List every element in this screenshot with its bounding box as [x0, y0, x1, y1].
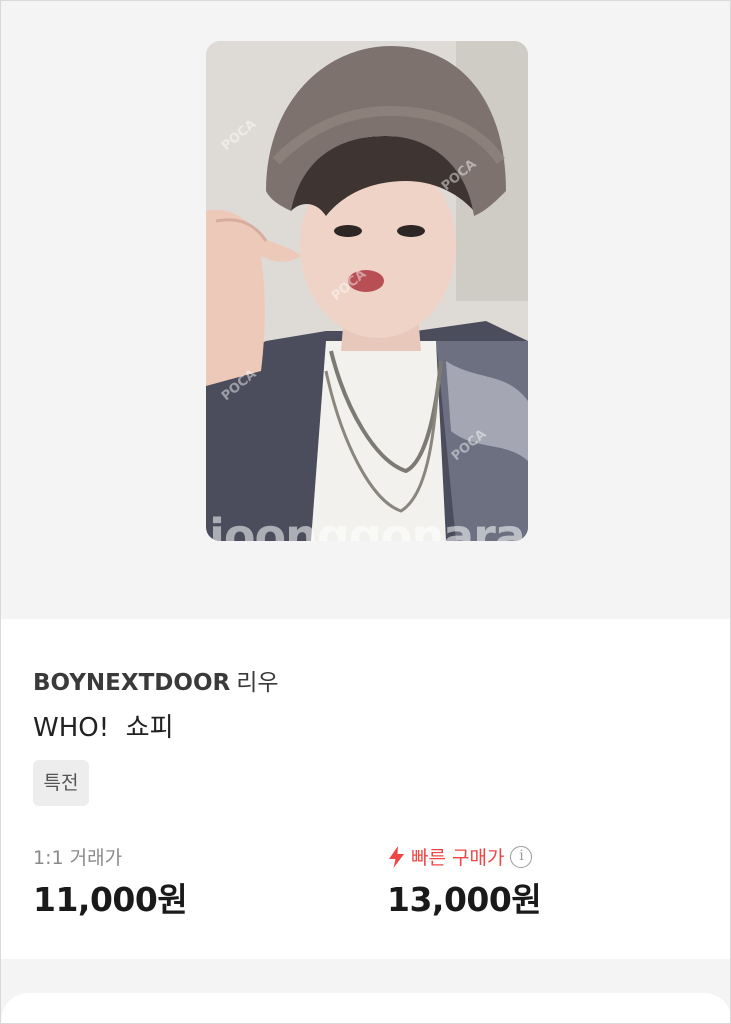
lightning-bolt-icon — [388, 845, 405, 868]
direct-trade-price-label: 1:1 거래가 — [33, 843, 122, 870]
product-detail-screen: POCA POCA POCA POCA POCA joonggonara BOY… — [0, 0, 731, 1024]
artist-name[interactable]: BOYNEXTDOOR — [33, 670, 230, 696]
info-icon[interactable]: i — [510, 845, 533, 868]
product-title: WHO! 쇼피 — [33, 713, 174, 743]
member-name: 리우 — [236, 670, 279, 696]
direct-trade-price-value: 11,000원 — [33, 880, 188, 919]
product-image-area: POCA POCA POCA POCA POCA joonggonara — [1, 1, 730, 619]
photocard-illustration: POCA POCA POCA POCA POCA — [206, 41, 528, 541]
quick-buy-price-label: 빠른 구매가 i — [388, 843, 533, 870]
quick-buy-price-label-text: 빠른 구매가 — [411, 847, 505, 869]
photocard-image[interactable]: POCA POCA POCA POCA POCA joonggonara — [206, 41, 528, 541]
image-watermark: joonggonara — [209, 509, 526, 541]
direct-trade-price-label-text: 1:1 거래가 — [33, 847, 123, 869]
bonus-tag-badge: 특전 — [33, 760, 89, 806]
product-info-section: BOYNEXTDOOR 리우 WHO! 쇼피 특전 1:1 거래가 11,000원… — [1, 619, 730, 959]
next-section-card — [1, 993, 730, 1023]
quick-buy-price-value: 13,000원 — [387, 880, 542, 919]
artist-line: BOYNEXTDOOR 리우 — [33, 663, 279, 697]
